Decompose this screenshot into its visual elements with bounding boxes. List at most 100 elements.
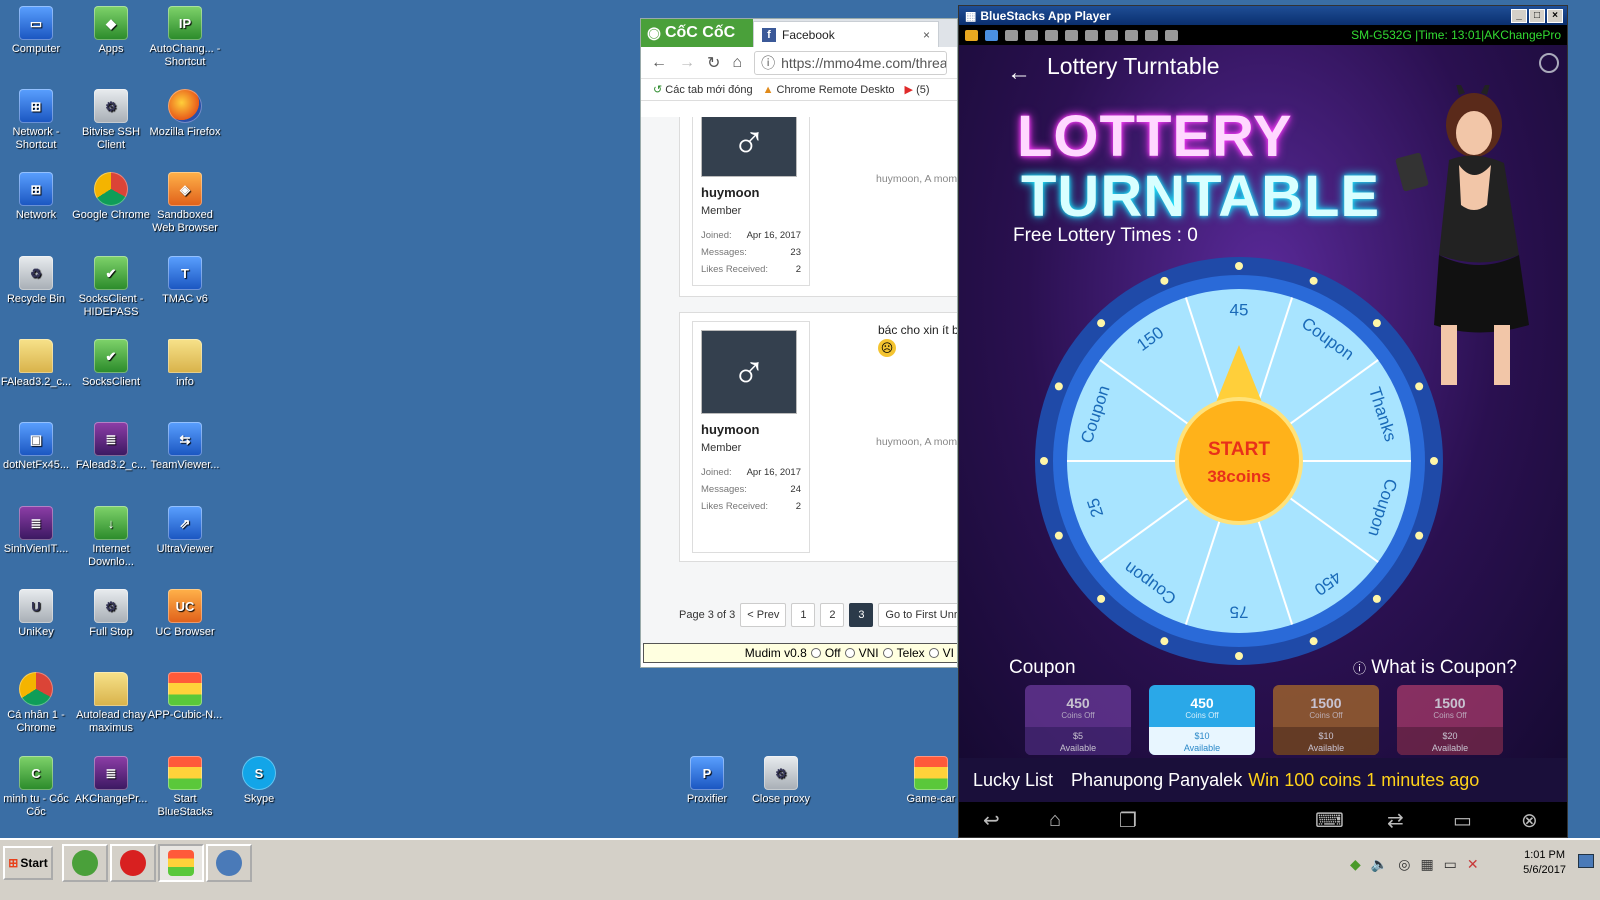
desktop-icon-autolead[interactable]: Autolead chay maximus [72, 672, 150, 735]
menu-circle-icon[interactable] [1539, 53, 1559, 73]
desktop-icon-socksclient[interactable]: ✔ SocksClient [72, 339, 150, 389]
desktop-icon-unikey[interactable]: U UniKey [0, 589, 75, 639]
desktop-icon-chrome[interactable]: Google Chrome [72, 172, 150, 222]
coupon-ticket[interactable]: 450 Coins Off $5 Available [1025, 685, 1131, 755]
desktop-icon-falead-rar[interactable]: ≣ FAlead3.2_c... [72, 422, 150, 472]
security-icon[interactable]: ✕ [1467, 856, 1479, 873]
desktop-icon-chrome-profile[interactable]: Cá nhân 1 - Chrome [0, 672, 75, 735]
forum-post: ♂ huymoon Member Joined: Apr 16, 2017 Mes… [679, 312, 957, 562]
address-bar[interactable]: ⓘ https://mmo4me.com/threa [754, 50, 947, 75]
desktop-icon-sandbox[interactable]: ◈ Sandboxed Web Browser [146, 172, 224, 235]
username[interactable]: huymoon [701, 422, 801, 437]
post-time[interactable]: huymoon, A moment ago [876, 173, 957, 185]
network-tray-icon[interactable]: ▦ [1420, 856, 1433, 873]
youtube-icon: ▶ [904, 84, 914, 96]
back-arrow-icon[interactable]: ← [651, 54, 667, 72]
desktop-icon-recycle-bin[interactable]: ♻ Recycle Bin [0, 256, 75, 306]
desktop-icon-app-cubic[interactable]: APP-Cubic-N... [146, 672, 224, 722]
bluestacks-titlebar[interactable]: ▦ BlueStacks App Player _ □ × [959, 6, 1567, 25]
mudim-radio-vni[interactable] [844, 648, 855, 658]
android-back-icon[interactable]: ↩ [983, 808, 1000, 833]
coupon-ticket[interactable]: 1500 Coins Off $20 Available [1397, 685, 1503, 755]
forward-arrow-icon[interactable]: → [679, 54, 695, 72]
page-button-2[interactable]: 2 [820, 603, 845, 627]
bluestacks-icon [914, 756, 948, 790]
android-recents-icon[interactable]: ❐ [1119, 808, 1137, 833]
username[interactable]: huymoon [701, 185, 801, 200]
go-to-first-unread-button[interactable]: Go to First Unr [878, 603, 957, 627]
start-button[interactable]: ⊞ Start [3, 846, 53, 880]
close-button[interactable]: × [1547, 8, 1563, 23]
desktop-icon-socksclient-hidepass[interactable]: ✔ SocksClient - HIDEPASS [72, 256, 150, 319]
desktop-icon-fullstop[interactable]: ⚙ Full Stop [72, 589, 150, 639]
desktop-icon-coccoc-profile[interactable]: Cminh tu - Cốc Cốc [0, 756, 75, 819]
minimize-button[interactable]: _ [1511, 8, 1527, 23]
desktop-icon-ucbrowser[interactable]: UC UC Browser [146, 589, 224, 639]
tab-close-button[interactable]: × [923, 28, 930, 42]
back-arrow-icon[interactable]: ← [1007, 59, 1031, 87]
desktop-icon-info[interactable]: info [146, 339, 224, 389]
desktop-icon-proxifier[interactable]: P Proxifier [668, 756, 746, 806]
bluestacks-tray-icon[interactable]: ◆ [1350, 856, 1361, 873]
taskbar-bluestacks[interactable] [158, 844, 204, 882]
avatar[interactable]: ♂ [701, 330, 797, 414]
android-status-bar: SM-G532G |Time: 13:01|AKChangePro [959, 25, 1567, 45]
desktop-icon-autochange[interactable]: IP AutoChang... - Shortcut [146, 6, 224, 69]
desktop-icon-ultraviewer[interactable]: ⇗ UltraViewer [146, 506, 224, 556]
prev-page-button[interactable]: < Prev [740, 603, 787, 627]
rotate-icon[interactable]: ▭ [1453, 808, 1472, 833]
mudim-radio-off[interactable] [810, 648, 821, 658]
bookmark-recent-tabs[interactable]: ↺ Các tab mới đóng [653, 83, 753, 96]
tab-facebook[interactable]: f Facebook × [753, 21, 939, 47]
page-button-3[interactable]: 3 [849, 603, 874, 627]
taskbar-coccoc[interactable] [62, 844, 108, 882]
android-home-icon[interactable]: ⌂ [1049, 809, 1061, 832]
close-app-icon[interactable]: ⊗ [1521, 808, 1538, 833]
taskbar-clock[interactable]: 1:01 PM 5/6/2017 [1523, 848, 1566, 878]
ultraviewer-icon: ⇗ [168, 506, 202, 540]
desktop-icon-dotnetfx[interactable]: ▣ dotNetFx45... [0, 422, 75, 472]
bookmark-chrome-remote[interactable]: ▲ Chrome Remote Deskto [763, 84, 895, 96]
desktop-icon-tmac[interactable]: T TMAC v6 [146, 256, 224, 306]
home-icon[interactable]: ⌂ [732, 54, 742, 72]
volume-icon[interactable]: 🔈 [1371, 856, 1388, 873]
desktop-icon-computer[interactable]: ▭ Computer [0, 6, 75, 56]
keyboard-icon[interactable]: ⌨ [1315, 808, 1344, 833]
coccoc-logo[interactable]: ◉ CốC CốC [641, 19, 753, 47]
desktop-icon-teamviewer[interactable]: ⇆ TeamViewer... [146, 422, 224, 472]
desktop-icon-apps[interactable]: ◆ Apps [72, 6, 150, 56]
wifi-icon[interactable]: ◎ [1398, 856, 1410, 873]
page-button-1[interactable]: 1 [791, 603, 816, 627]
desktop-icon-start-bluestacks[interactable]: Start BlueStacks [146, 756, 224, 819]
what-is-coupon-link[interactable]: ⓘ What is Coupon? [1353, 657, 1517, 679]
share-icon[interactable]: ⇄ [1387, 808, 1404, 833]
remote-desktop-icon: ▲ [762, 83, 774, 96]
mudim-radio-telex[interactable] [882, 648, 893, 658]
coupon-ticket[interactable]: 450 Coins Off $10 Available [1149, 685, 1255, 755]
desktop-icon-sinhvienit[interactable]: ≣ SinhVienIT.... [0, 506, 75, 556]
maximize-button[interactable]: □ [1529, 8, 1545, 23]
bookmark-youtube[interactable]: ▶ (5) [905, 83, 930, 96]
rar-icon: ≣ [94, 422, 128, 456]
desktop-icon-close-proxy[interactable]: ⚙ Close proxy [742, 756, 820, 806]
show-desktop-icon[interactable] [1578, 854, 1594, 868]
desktop-icon-idm[interactable]: ↓ Internet Downlo... [72, 506, 150, 569]
desktop-icon-bitvise[interactable]: ⚙ Bitvise SSH Client [72, 89, 150, 152]
mudim-radio-viqr[interactable] [928, 648, 939, 658]
taskbar-app-blue[interactable] [206, 844, 252, 882]
reload-icon[interactable]: ↻ [707, 53, 720, 73]
desktop-icon-skype[interactable]: S Skype [220, 756, 298, 806]
display-icon[interactable]: ▭ [1444, 856, 1457, 873]
desktop-icon-akchangepro[interactable]: ≣ AKChangePr... [72, 756, 150, 806]
lucky-list-label[interactable]: Lucky List [973, 770, 1053, 791]
coupon-tickets: 450 Coins Off $5 Available 450 Coins Off $10 A… [1025, 685, 1503, 755]
taskbar-app-red[interactable] [110, 844, 156, 882]
start-button[interactable]: START 38coins [1175, 397, 1303, 525]
desktop-icon-firefox[interactable]: Mozilla Firefox [146, 89, 224, 139]
desktop-icon-falead-folder[interactable]: FAlead3.2_c... [0, 339, 75, 389]
desktop-icon-network-shortcut[interactable]: ⊞ Network - Shortcut [0, 89, 75, 152]
coupon-ticket[interactable]: 1500 Coins Off $10 Available [1273, 685, 1379, 755]
post-time[interactable]: huymoon, A moment ago [876, 436, 957, 448]
avatar[interactable]: ♂ [701, 117, 797, 177]
desktop-icon-network[interactable]: ⊞ Network [0, 172, 75, 222]
